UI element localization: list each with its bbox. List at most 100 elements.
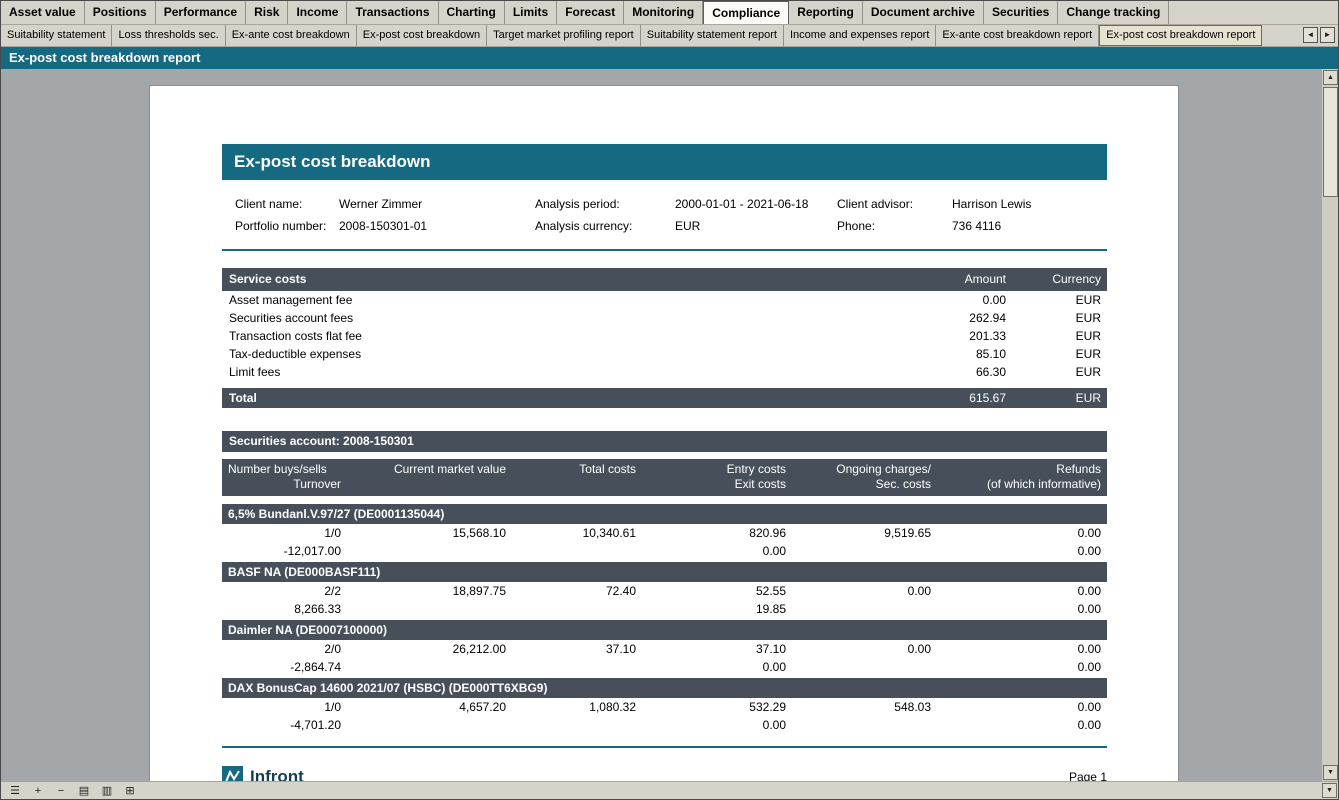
subtab-suitability-statement[interactable]: Suitability statement: [1, 25, 112, 46]
total-currency: EUR: [1006, 388, 1101, 408]
tab-securities[interactable]: Securities: [984, 1, 1058, 24]
zoom-out-icon[interactable]: −: [53, 783, 69, 799]
tab-document-archive[interactable]: Document archive: [863, 1, 984, 24]
security-cell: 8,266.33: [222, 600, 347, 618]
subtab-ex-ante-cost-breakdown[interactable]: Ex-ante cost breakdown: [226, 25, 357, 46]
service-costs-title: Service costs: [229, 268, 851, 291]
security-cell: [347, 600, 512, 618]
security-data-row: -2,864.740.000.00: [222, 658, 1107, 676]
scrollbar-thumb[interactable]: [1323, 87, 1338, 197]
tab-reporting[interactable]: Reporting: [789, 1, 863, 24]
currency-column-header: Currency: [1006, 268, 1101, 291]
scroll-up-icon[interactable]: ▲: [1323, 70, 1338, 85]
service-cost-row: Tax-deductible expenses85.10EUR: [222, 345, 1107, 363]
report-footer: Infront Page 1: [222, 766, 1107, 781]
security-cell: 2/2: [222, 582, 347, 600]
subtab-ex-post-cost-breakdown[interactable]: Ex-post cost breakdown: [357, 25, 487, 46]
subtab-ex-ante-cost-breakdown-report[interactable]: Ex-ante cost breakdown report: [936, 25, 1099, 46]
security-cell: 9,519.65: [792, 524, 937, 542]
service-cost-amount: 0.00: [851, 291, 1006, 309]
security-cell: [792, 658, 937, 676]
tab-charting[interactable]: Charting: [439, 1, 505, 24]
column-refunds: Refunds (of which informative): [937, 462, 1107, 492]
total-amount: 615.67: [851, 388, 1006, 408]
viewer-toolbar-icons: ☰ +−▤ ▥ ⊞: [7, 783, 138, 799]
client-info: Client name: Werner Zimmer Analysis peri…: [222, 193, 1107, 237]
report-content: Ex-post cost breakdown Client name: Wern…: [222, 144, 1107, 781]
security-cell: [347, 658, 512, 676]
security-cell: 0.00: [937, 698, 1107, 716]
service-cost-amount: 66.30: [851, 363, 1006, 381]
section-divider: [222, 249, 1107, 251]
security-data-row: -12,017.000.000.00: [222, 542, 1107, 560]
security-data-row: -4,701.200.000.00: [222, 716, 1107, 734]
viewer-toolbar: ☰ +−▤ ▥ ⊞ ▼: [1, 781, 1338, 799]
service-cost-row: Transaction costs flat fee201.33EUR: [222, 327, 1107, 345]
security-cell: 0.00: [937, 640, 1107, 658]
service-cost-row: Securities account fees262.94EUR: [222, 309, 1107, 327]
security-cell: 1,080.32: [512, 698, 642, 716]
client-info-row: Client name: Werner Zimmer Analysis peri…: [222, 193, 1107, 215]
subtab-income-and-expenses-report[interactable]: Income and expenses report: [784, 25, 936, 46]
security-cell: 0.00: [937, 524, 1107, 542]
tab-transactions[interactable]: Transactions: [347, 1, 438, 24]
security-cell: 72.40: [512, 582, 642, 600]
security-cell: 820.96: [642, 524, 792, 542]
tab-forecast[interactable]: Forecast: [557, 1, 624, 24]
service-costs-total-row: Total 615.67 EUR: [222, 388, 1107, 408]
phone-value: 736 4116: [952, 215, 1107, 237]
grid-view-icon[interactable]: ⊞: [122, 783, 138, 799]
column-entry-exit-costs: Entry costs Exit costs: [642, 462, 792, 492]
tab-compliance[interactable]: Compliance: [703, 1, 789, 24]
service-cost-currency: EUR: [1006, 345, 1101, 363]
subtab-target-market-profiling-report[interactable]: Target market profiling report: [487, 25, 641, 46]
client-advisor-value: Harrison Lewis: [952, 193, 1107, 215]
secondary-tabs: Suitability statementLoss thresholds sec…: [1, 25, 1338, 46]
scroll-down-icon[interactable]: ▼: [1323, 765, 1338, 780]
corner-scroll-down-icon[interactable]: ▼: [1322, 783, 1337, 798]
brand: Infront: [222, 766, 304, 781]
security-cell: 19.85: [642, 600, 792, 618]
service-costs-rows: Asset management fee0.00EURSecurities ac…: [222, 291, 1107, 381]
security-cell: -4,701.20: [222, 716, 347, 734]
report-title: Ex-post cost breakdown: [222, 144, 1107, 180]
zoom-in-icon[interactable]: +: [30, 783, 46, 799]
security-cell: [512, 716, 642, 734]
tab-income[interactable]: Income: [288, 1, 347, 24]
menu-icon[interactable]: ☰: [7, 783, 23, 799]
report-page: Ex-post cost breakdown Client name: Wern…: [149, 85, 1179, 781]
subtab-ex-post-cost-breakdown-report[interactable]: Ex-post cost breakdown report: [1099, 25, 1262, 46]
subtab-suitability-statement-report[interactable]: Suitability statement report: [641, 25, 784, 46]
tab-performance[interactable]: Performance: [156, 1, 246, 24]
tab-positions[interactable]: Positions: [85, 1, 156, 24]
phone-label: Phone:: [837, 215, 952, 237]
tab-asset-value[interactable]: Asset value: [1, 1, 85, 24]
tab-limits[interactable]: Limits: [505, 1, 557, 24]
security-data-row: 1/04,657.201,080.32532.29548.030.00: [222, 698, 1107, 716]
tab-monitoring[interactable]: Monitoring: [624, 1, 703, 24]
security-data-row: 2/026,212.0037.1037.100.000.00: [222, 640, 1107, 658]
security-cell: [347, 542, 512, 560]
security-group-header: 6,5% Bundanl.V.97/27 (DE0001135044): [222, 504, 1107, 524]
vertical-scrollbar[interactable]: ▲ ▼: [1321, 69, 1338, 781]
facing-pages-icon[interactable]: ▥: [99, 783, 115, 799]
security-cell: 15,568.10: [347, 524, 512, 542]
security-cell: [792, 716, 937, 734]
tab-scroll-left-icon[interactable]: ◄: [1303, 27, 1318, 43]
service-cost-amount: 85.10: [851, 345, 1006, 363]
amount-column-header: Amount: [851, 268, 1006, 291]
client-advisor-label: Client advisor:: [837, 193, 952, 215]
tab-risk[interactable]: Risk: [246, 1, 288, 24]
service-cost-amount: 201.33: [851, 327, 1006, 345]
security-cell: 0.00: [937, 600, 1107, 618]
single-page-icon[interactable]: ▤: [76, 783, 92, 799]
service-cost-label: Transaction costs flat fee: [229, 327, 851, 345]
subtab-loss-thresholds-sec[interactable]: Loss thresholds sec.: [112, 25, 225, 46]
security-cell: 0.00: [937, 582, 1107, 600]
tab-scroll-right-icon[interactable]: ►: [1320, 27, 1335, 43]
tab-scroll-controls: ◄ ►: [1303, 27, 1335, 43]
security-data-row: 8,266.33 19.85 0.00: [222, 600, 1107, 618]
tab-change-tracking[interactable]: Change tracking: [1058, 1, 1169, 24]
client-info-row: Portfolio number: 2008-150301-01 Analysi…: [222, 215, 1107, 237]
column-ongoing-charges: Ongoing charges/ Sec. costs: [792, 462, 937, 492]
